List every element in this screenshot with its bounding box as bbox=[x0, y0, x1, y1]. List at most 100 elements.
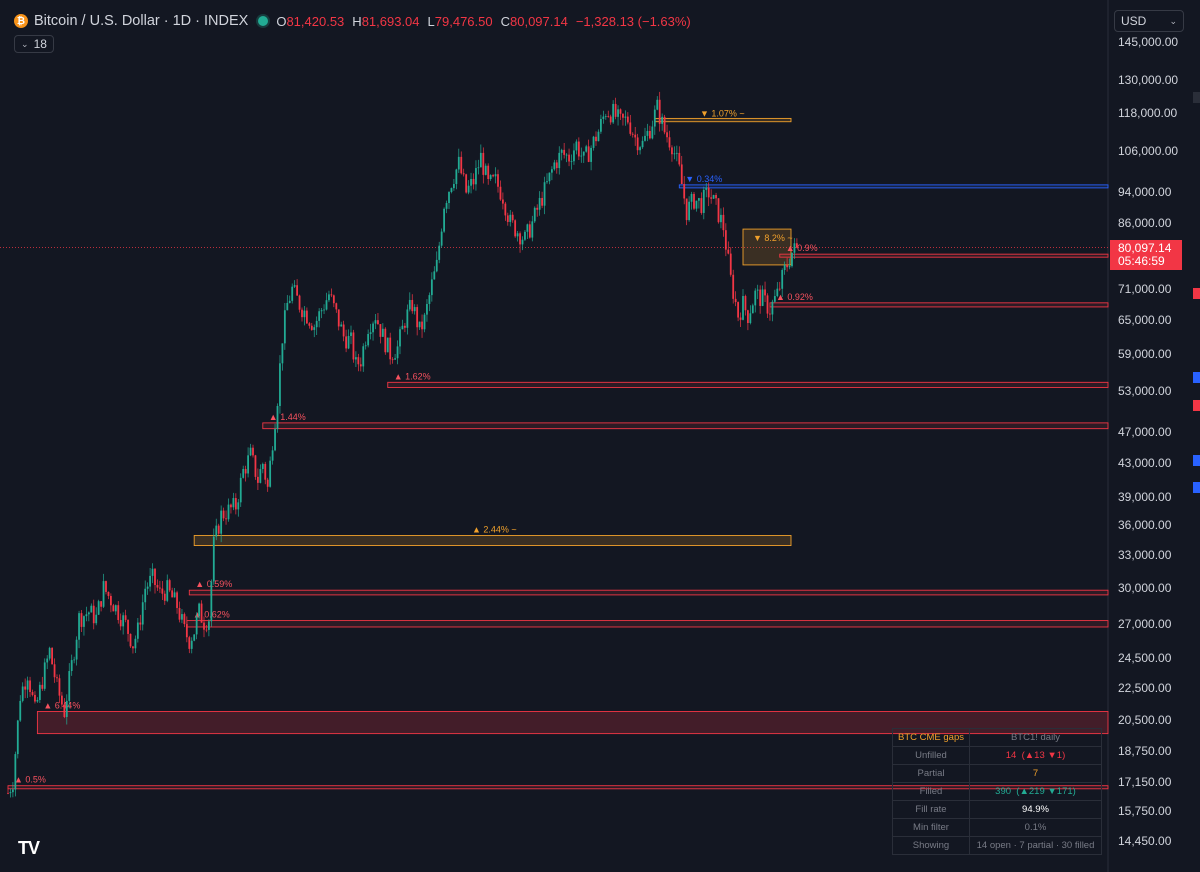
indicator-count: 18 bbox=[33, 37, 47, 51]
currency-select[interactable]: USD ⌄ bbox=[1114, 10, 1184, 32]
candle bbox=[607, 116, 610, 117]
candle bbox=[325, 300, 328, 310]
candle bbox=[612, 103, 615, 123]
y-tick-label: 33,000.00 bbox=[1118, 547, 1172, 562]
candle bbox=[649, 130, 651, 139]
candle bbox=[141, 602, 144, 625]
candle bbox=[773, 296, 776, 302]
candle bbox=[178, 607, 181, 620]
candle bbox=[303, 310, 306, 318]
y-tick-label: 36,000.00 bbox=[1118, 517, 1172, 532]
candle bbox=[73, 659, 76, 661]
chart-frame: ▼ 1.07% ~ ▼ 0.34% ▼ 8.2% ~ ▲ 0.9% ▲ 0.92% ▲ 1… bbox=[0, 0, 1200, 872]
price-change: −1,328.13 (−1.63%) bbox=[575, 13, 691, 29]
candle bbox=[188, 637, 191, 649]
candle bbox=[377, 320, 379, 325]
candle bbox=[352, 332, 355, 360]
candle bbox=[379, 324, 382, 337]
candle bbox=[440, 231, 443, 246]
candle bbox=[232, 498, 235, 508]
candle bbox=[264, 463, 267, 480]
candle bbox=[546, 181, 548, 183]
market-status-icon[interactable] bbox=[258, 16, 269, 26]
candle bbox=[399, 329, 401, 347]
table-row: Partial 7 bbox=[892, 764, 1102, 783]
candle bbox=[254, 455, 257, 477]
indicators-collapse-button[interactable]: ⌄ 18 bbox=[14, 35, 54, 53]
candle bbox=[563, 149, 566, 155]
candle bbox=[38, 684, 41, 700]
candle bbox=[269, 460, 272, 487]
candle bbox=[742, 296, 744, 320]
gap-zone bbox=[678, 184, 1109, 189]
candle bbox=[472, 178, 475, 185]
table-row: Showing 14 open · 7 partial · 30 filled bbox=[892, 836, 1102, 855]
candle bbox=[122, 615, 125, 627]
candle bbox=[364, 345, 367, 347]
candle bbox=[656, 99, 659, 110]
candle bbox=[506, 215, 509, 222]
candle bbox=[271, 450, 274, 461]
ohlc-high: H81,693.04 bbox=[352, 13, 420, 29]
candle bbox=[639, 147, 641, 151]
candle bbox=[381, 328, 384, 337]
candle bbox=[668, 137, 671, 148]
cme-gaps-table: BTC CME gaps BTC1! daily Unfilled 14 (▲1… bbox=[892, 728, 1102, 855]
candle bbox=[413, 307, 416, 312]
candle bbox=[597, 131, 600, 142]
candle bbox=[119, 620, 122, 627]
candle bbox=[592, 136, 595, 148]
candle bbox=[43, 662, 46, 689]
candle bbox=[497, 174, 499, 187]
y-tick-label: 94,000.00 bbox=[1118, 185, 1172, 200]
candle bbox=[58, 678, 61, 696]
candle bbox=[516, 233, 519, 237]
candle bbox=[46, 658, 49, 663]
candle bbox=[342, 324, 345, 337]
y-tick-label: 106,000.00 bbox=[1118, 143, 1179, 158]
candle bbox=[641, 140, 644, 148]
candle bbox=[208, 621, 210, 630]
y-tick-label: 118,000.00 bbox=[1118, 106, 1178, 121]
candle bbox=[538, 197, 541, 210]
candle bbox=[678, 152, 681, 165]
candle bbox=[595, 136, 597, 142]
chevron-down-icon: ⌄ bbox=[21, 38, 29, 49]
candle bbox=[675, 152, 678, 154]
tradingview-logo[interactable]: TV bbox=[18, 838, 40, 859]
candle bbox=[154, 568, 156, 586]
candle bbox=[622, 113, 624, 118]
candle bbox=[193, 634, 196, 641]
candle bbox=[217, 525, 220, 534]
candle bbox=[430, 279, 433, 296]
candle bbox=[242, 469, 245, 478]
candle bbox=[634, 134, 637, 138]
candle bbox=[100, 601, 102, 607]
symbol-header: ₿ Bitcoin / U.S. Dollar · 1D · INDEX O81… bbox=[14, 10, 691, 32]
candle bbox=[680, 164, 683, 185]
candle bbox=[129, 633, 132, 647]
candle bbox=[514, 220, 517, 237]
candle bbox=[766, 295, 769, 314]
side-marker bbox=[1193, 92, 1200, 103]
candle bbox=[210, 581, 213, 622]
candle bbox=[734, 298, 737, 303]
candle bbox=[127, 619, 129, 634]
candle bbox=[19, 700, 22, 721]
candle bbox=[729, 253, 732, 275]
candle bbox=[411, 299, 414, 312]
candle bbox=[372, 323, 374, 333]
candle bbox=[225, 518, 227, 520]
y-tick-label: 43,000.00 bbox=[1118, 456, 1172, 471]
candle bbox=[185, 624, 188, 638]
candle bbox=[136, 622, 139, 639]
candle bbox=[61, 695, 63, 705]
symbol-title[interactable]: Bitcoin / U.S. Dollar · 1D · INDEX bbox=[34, 13, 248, 29]
candle bbox=[631, 133, 634, 135]
candle bbox=[12, 789, 14, 793]
side-marker bbox=[1193, 455, 1200, 466]
candle bbox=[161, 588, 164, 594]
ohlc-close: C80,097.14 bbox=[500, 13, 568, 29]
candle bbox=[600, 118, 602, 132]
candle bbox=[582, 151, 585, 156]
